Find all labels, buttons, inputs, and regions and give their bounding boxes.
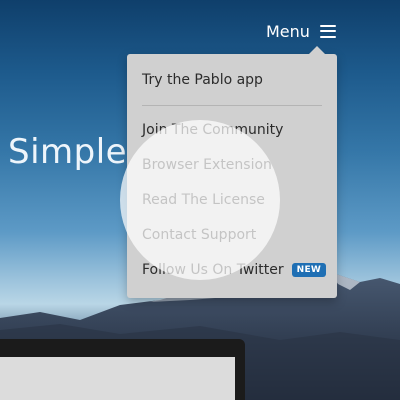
hero-heading: Simple [8,132,128,172]
menu-item-label: Try the Pablo app [142,72,263,88]
menu-item-follow-twitter[interactable]: Follow Us On Twitter NEW [142,262,327,278]
menu-item-label: Contact Support [142,227,257,243]
menu-item-label: Browser Extension [142,157,272,173]
menu-item-browser-extension[interactable]: Browser Extension [142,157,272,173]
menu-item-label: Read The License [142,192,265,208]
menu-label: Menu [266,21,310,41]
menu-item-label: Follow Us On Twitter [142,262,284,278]
menu-divider [142,105,322,106]
menu-dropdown: Try the Pablo app Join The Community Bro… [127,46,337,298]
menu-item-label: Join The Community [142,122,284,138]
menu-item-try-pablo-app[interactable]: Try the Pablo app [142,72,263,88]
menu-item-contact-support[interactable]: Contact Support [142,227,256,243]
hamburger-icon [319,24,336,38]
new-badge: NEW [291,263,327,277]
menu-button[interactable]: Menu [266,20,336,42]
dropdown-caret [309,46,325,54]
device-mockup-screen [0,357,235,400]
menu-item-join-community[interactable]: Join The Community [142,122,283,138]
menu-item-read-license[interactable]: Read The License [142,192,265,208]
